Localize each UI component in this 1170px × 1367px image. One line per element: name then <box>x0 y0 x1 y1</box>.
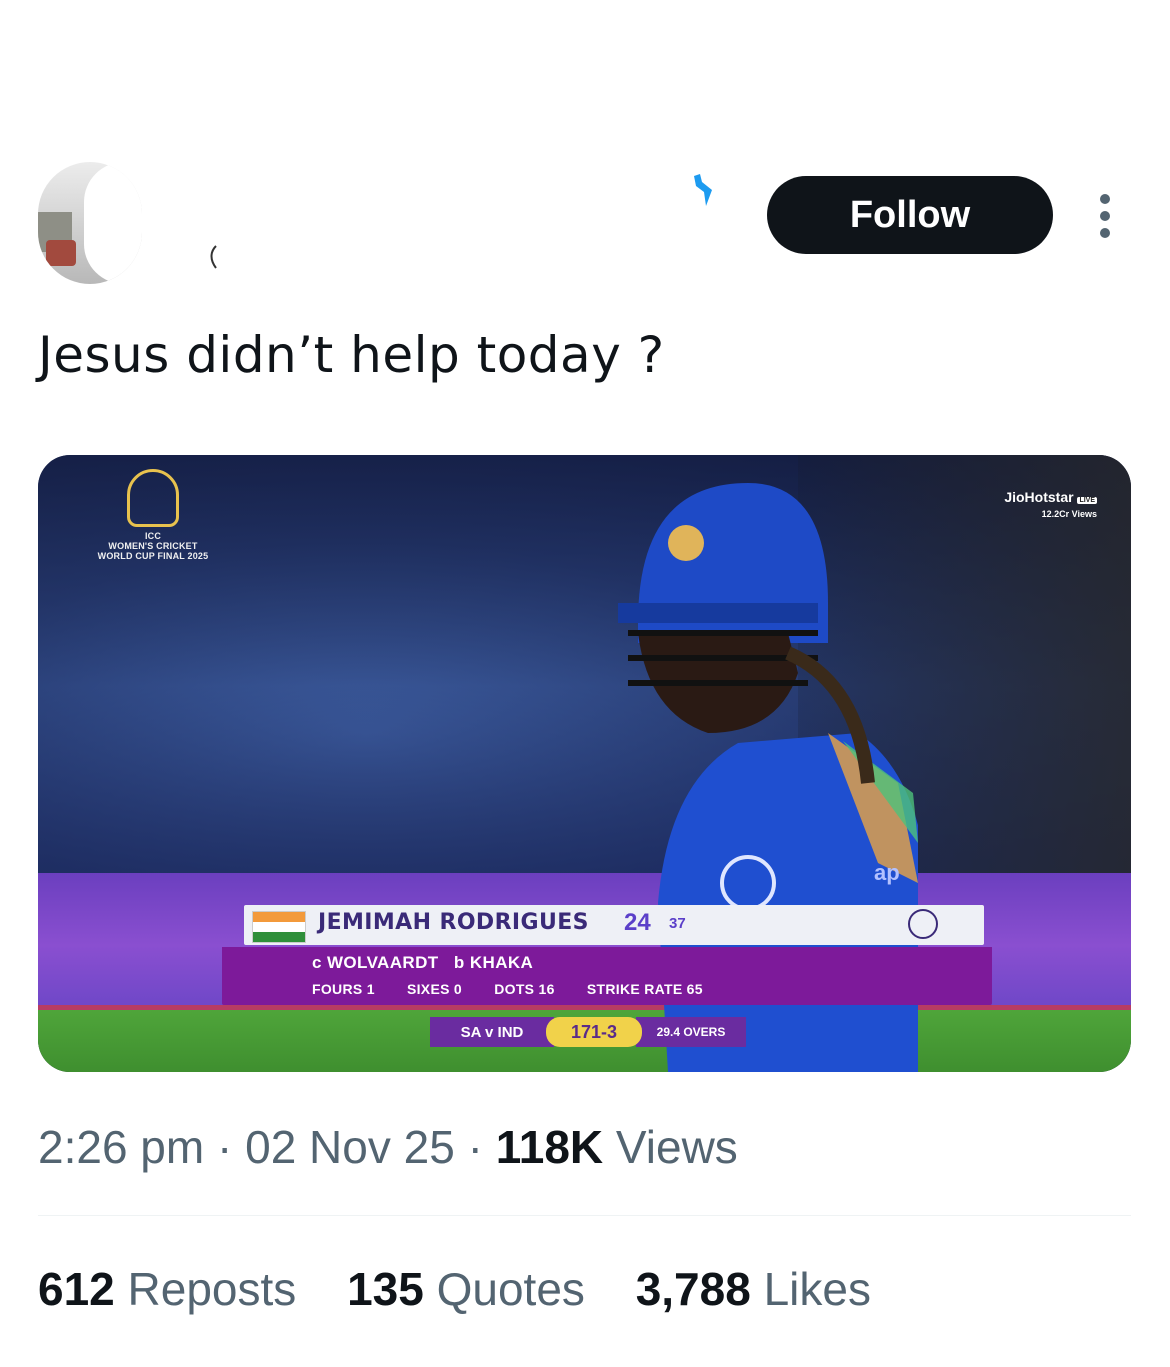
engagement-stats: 612 Reposts 135 Quotes 3,788 Likes <box>38 1262 909 1316</box>
sixes-stat: SIXES 0 <box>406 981 463 997</box>
separator: · <box>467 1121 483 1173</box>
reposts-count: 612 <box>38 1263 115 1315</box>
scorecard-details: c WOLVAARDT b KHAKA FOURS 1 SIXES 0 DOTS… <box>222 947 992 1005</box>
match-overs: 29.4 OVERS <box>636 1017 746 1047</box>
divider <box>38 1215 1131 1216</box>
event-logo-text: ICC WOMEN'S CRICKET WORLD CUP FINAL 2025 <box>90 531 216 561</box>
broadcaster-name: JioHotstar <box>1004 489 1074 505</box>
more-vertical-icon[interactable] <box>1094 194 1116 238</box>
broadcaster-watermark: JioHotstar LIVE 12.2Cr Views <box>1004 489 1097 519</box>
separator: · <box>217 1121 233 1173</box>
dots-stat: DOTS 16 <box>494 981 555 997</box>
match-score-bar: SA v IND 29.4 OVERS 171-3 <box>430 1017 746 1047</box>
views-label: Views <box>615 1121 738 1173</box>
redacted-name-fragment <box>210 245 217 269</box>
india-flag-icon <box>252 911 306 943</box>
match-score: 171-3 <box>546 1017 642 1047</box>
event-logo: ICC WOMEN'S CRICKET WORLD CUP FINAL 2025 <box>90 469 216 569</box>
batter-name: JEMIMAH RODRIGUES <box>318 910 589 935</box>
tweet-meta: 2:26 pm · 02 Nov 25 · 118K Views <box>38 1120 738 1174</box>
live-badge: LIVE <box>1077 497 1097 504</box>
event-title: WOMEN'S CRICKET WORLD CUP FINAL 2025 <box>97 541 209 561</box>
avatar-mask <box>84 162 142 284</box>
quotes-count: 135 <box>347 1263 424 1315</box>
fours-stat: FOURS 1 <box>312 981 375 997</box>
dismissal-caught: c <box>312 953 322 972</box>
likes-link[interactable]: 3,788 Likes <box>636 1263 871 1315</box>
dismissal-bowler: KHAKA <box>469 953 534 972</box>
tweet-date[interactable]: 02 Nov 25 <box>245 1121 455 1173</box>
more-dot <box>1100 211 1110 221</box>
batter-balls: 37 <box>669 915 686 932</box>
avatar-shape <box>46 240 76 266</box>
strike-rate-stat: STRIKE RATE 65 <box>586 981 703 997</box>
dismissal-info: c WOLVAARDT b KHAKA <box>312 953 533 973</box>
sponsor-text: ap <box>874 860 900 885</box>
likes-label: Likes <box>763 1263 871 1315</box>
avatar[interactable] <box>38 162 142 284</box>
more-dot <box>1100 194 1110 204</box>
world-cup-badge-icon <box>908 909 938 939</box>
quotes-label: Quotes <box>436 1263 585 1315</box>
tweet-media-image[interactable]: ICC WOMEN'S CRICKET WORLD CUP FINAL 2025… <box>38 455 1131 1072</box>
more-dot <box>1100 228 1110 238</box>
dismissal-bowled: b <box>453 953 465 972</box>
scorecard-header: JEMIMAH RODRIGUES 24 37 <box>244 905 984 945</box>
trophy-icon <box>127 469 179 527</box>
views-count: 118K <box>495 1121 604 1173</box>
dismissal-fielder: WOLVAARDT <box>326 953 439 972</box>
icc-label: ICC <box>144 531 162 541</box>
viewer-count: 12.2Cr Views <box>1041 509 1097 519</box>
tweet-text: Jesus didn’t help today ? <box>38 326 665 384</box>
match-teams: SA v IND <box>430 1017 554 1047</box>
batting-stats: FOURS 1 SIXES 0 DOTS 16 STRIKE RATE 65 <box>312 981 731 997</box>
verified-badge-icon <box>694 174 712 206</box>
batter-runs: 24 <box>624 909 651 936</box>
likes-count: 3,788 <box>635 1263 751 1315</box>
follow-button[interactable]: Follow <box>767 176 1053 254</box>
reposts-link[interactable]: 612 Reposts <box>38 1263 296 1315</box>
reposts-label: Reposts <box>127 1263 297 1315</box>
scorecard: JEMIMAH RODRIGUES 24 37 c WOLVAARDT b KH… <box>198 905 992 1009</box>
tweet-time[interactable]: 2:26 pm <box>38 1121 204 1173</box>
top-blank-area <box>0 0 1170 150</box>
quotes-link[interactable]: 135 Quotes <box>347 1263 585 1315</box>
